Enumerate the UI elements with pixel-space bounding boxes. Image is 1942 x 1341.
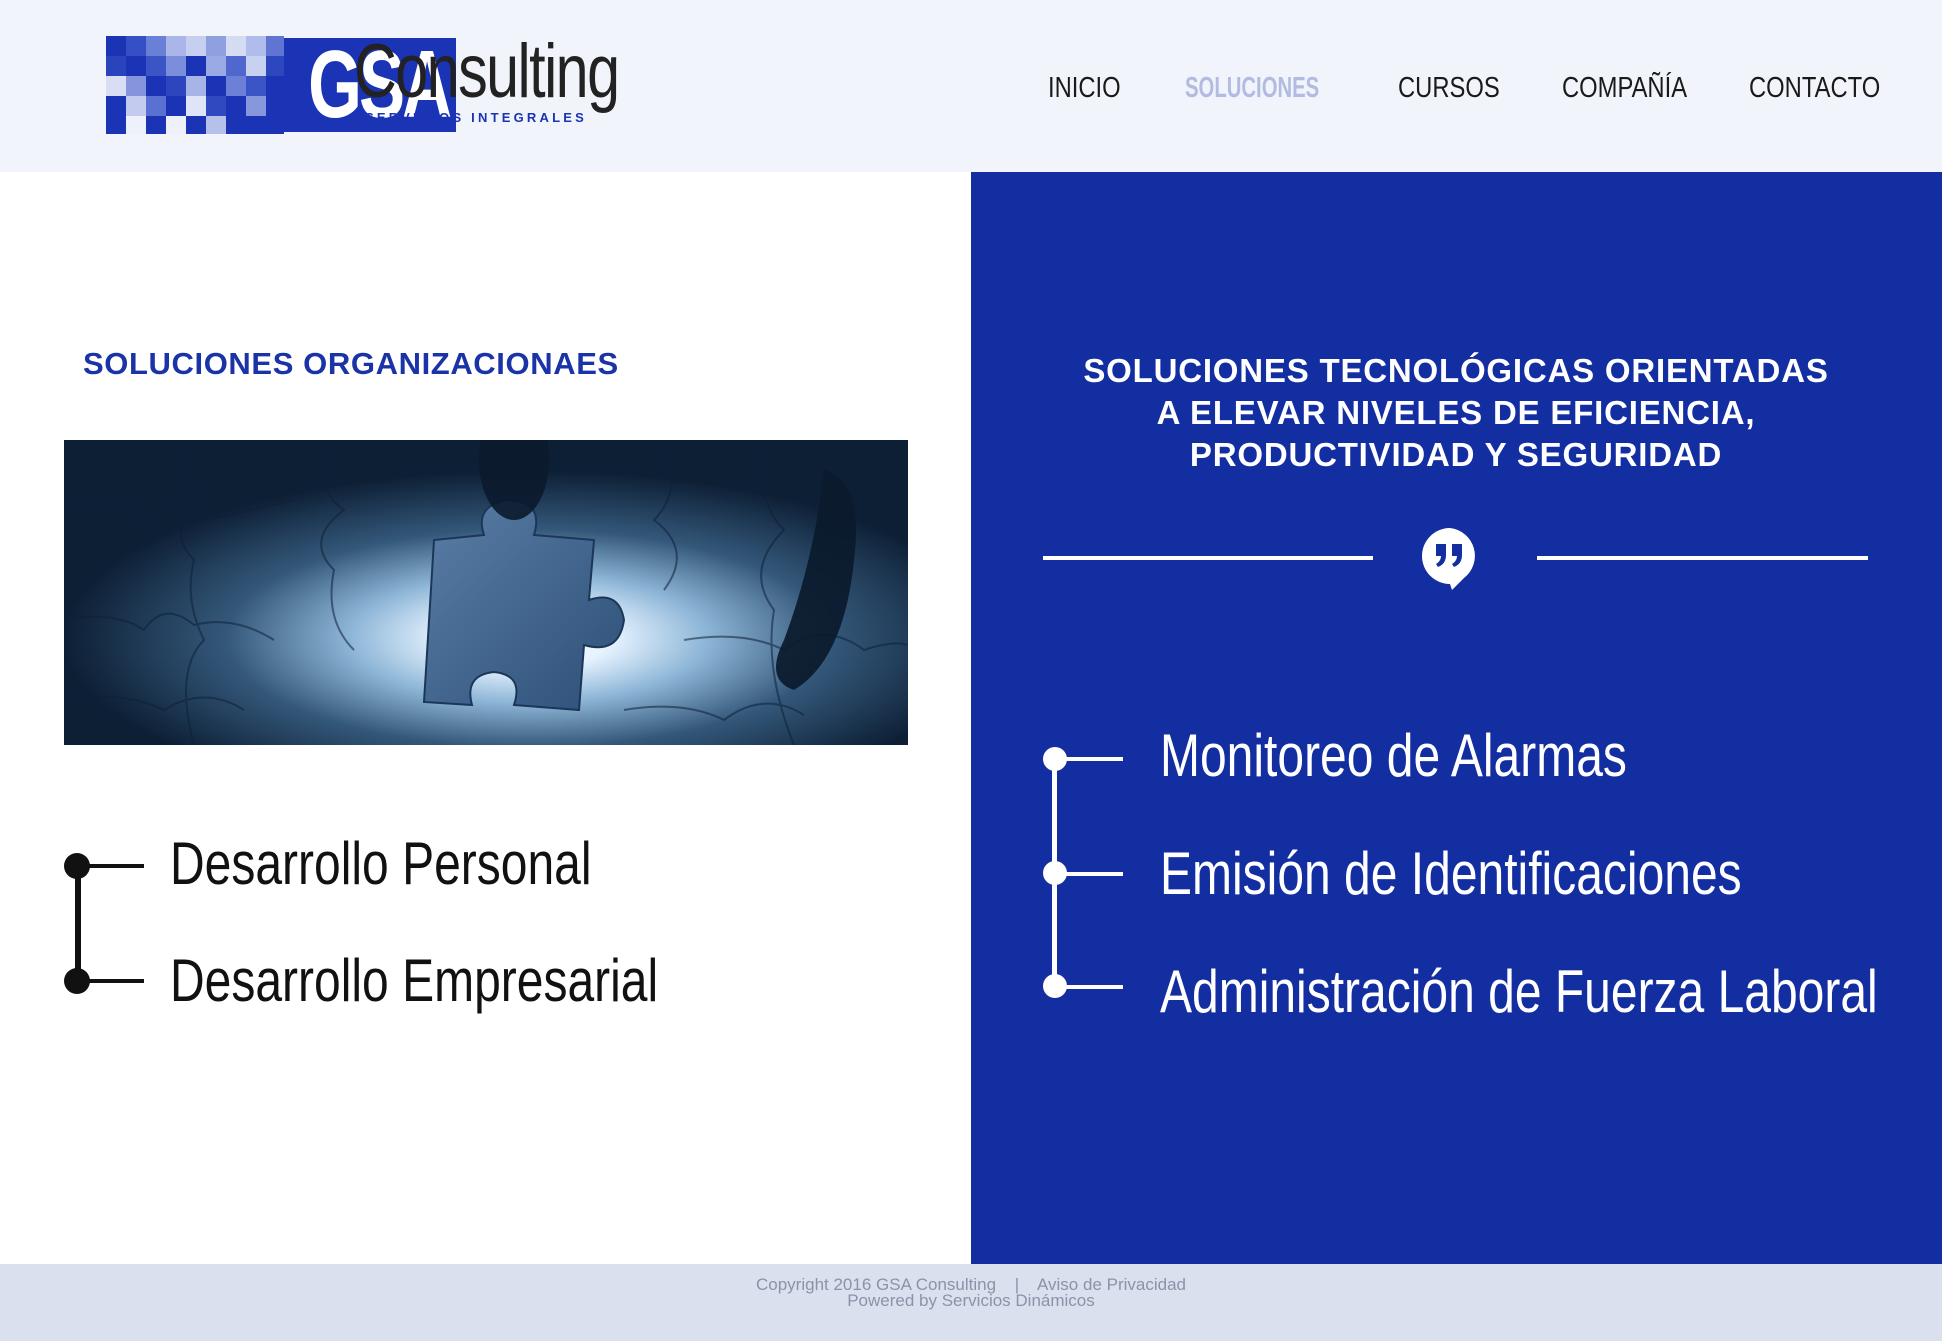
list-item-desarrollo-personal: Desarrollo Personal <box>170 830 592 897</box>
nav-item-contacto[interactable]: CONTACTO <box>1749 68 1880 108</box>
right-section-title: SOLUCIONES TECNOLÓGICAS ORIENTADAS A ELE… <box>1020 350 1892 476</box>
timeline-vertical-line <box>75 866 81 983</box>
quote-bubble-icon <box>1422 528 1475 590</box>
logo-tagline: SERVICIOS INTEGRALES <box>365 110 587 125</box>
nav-item-cursos[interactable]: CURSOS <box>1398 68 1500 108</box>
list-item-emision-de-identificaciones: Emisión de Identificaciones <box>1160 840 1742 907</box>
nav-item-soluciones[interactable]: SOLUCIONES <box>1185 68 1319 108</box>
site-footer: Copyright 2016 GSA Consulting | Aviso de… <box>0 1264 1942 1341</box>
right-title-line: PRODUCTIVIDAD Y SEGURIDAD <box>1189 436 1723 473</box>
divider-line-left <box>1043 556 1373 560</box>
timeline-connector <box>78 979 144 983</box>
list-item-monitoreo-de-alarmas: Monitoreo de Alarmas <box>1160 722 1627 789</box>
site-header: GSA Consulting SERVICIOS INTEGRALES INIC… <box>0 0 1942 172</box>
list-item-desarrollo-empresarial: Desarrollo Empresarial <box>170 947 659 1014</box>
divider-line-right <box>1537 556 1868 560</box>
timeline-connector <box>1056 757 1123 761</box>
main-nav: INICIO SOLUCIONES CURSOS COMPAÑÍA CONTAC… <box>0 68 1942 108</box>
technology-solutions-panel <box>971 172 1942 1264</box>
nav-item-inicio[interactable]: INICIO <box>1048 68 1121 108</box>
nav-item-compania[interactable]: COMPAÑÍA <box>1562 68 1687 108</box>
puzzle-piece-image <box>64 440 908 745</box>
right-title-line: A ELEVAR NIVELES DE EFICIENCIA, <box>1156 394 1756 431</box>
powered-by-text: Powered by Servicios Dinámicos <box>847 1291 1095 1310</box>
timeline-connector <box>78 864 144 868</box>
right-title-line: SOLUCIONES TECNOLÓGICAS ORIENTADAS <box>1083 352 1829 389</box>
timeline-connector <box>1056 872 1123 876</box>
left-section-title: SOLUCIONES ORGANIZACIONAES <box>83 346 619 381</box>
timeline-connector <box>1056 985 1123 989</box>
list-item-administracion-de-fuerza-laboral: Administración de Fuerza Laboral <box>1160 958 1878 1025</box>
